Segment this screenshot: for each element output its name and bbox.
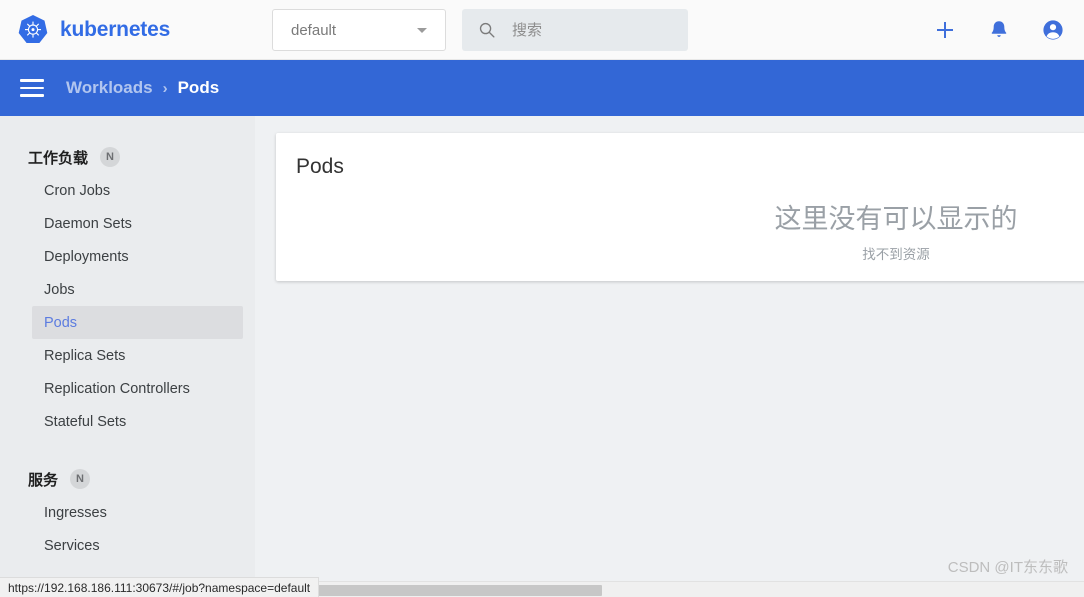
- sidebar-item-ingresses[interactable]: Ingresses: [32, 496, 243, 529]
- plus-icon[interactable]: [932, 17, 958, 43]
- sidebar-group-workloads: 工作负载 N: [0, 140, 255, 174]
- sidebar-group-label: 服务: [28, 471, 59, 489]
- chevron-down-icon: [417, 28, 427, 33]
- browser-viewport: kubernetes default 搜索 Workloads › Pods 工…: [0, 0, 1084, 597]
- sidebar-item-label: Jobs: [44, 281, 75, 298]
- sidebar-item-replication-controllers[interactable]: Replication Controllers: [32, 372, 243, 405]
- brand-logo-area[interactable]: kubernetes: [16, 13, 170, 47]
- sidebar-item-stateful-sets[interactable]: Stateful Sets: [32, 405, 243, 438]
- search-input[interactable]: [512, 21, 662, 39]
- empty-state-title: 这里没有可以显示的: [774, 204, 1018, 234]
- namespace-selected-value: default: [291, 21, 337, 39]
- kubernetes-logo-icon: [18, 14, 48, 43]
- empty-state: 这里没有可以显示的 找不到资源: [676, 203, 1084, 263]
- watermark: CSDN @IT东东歌: [947, 559, 1068, 576]
- sidebar-item-replica-sets[interactable]: Replica Sets: [32, 339, 243, 372]
- account-circle-icon[interactable]: [1040, 17, 1066, 43]
- breadcrumb-separator-icon: ›: [162, 79, 168, 97]
- sidebar-nav[interactable]: 工作负载 N Cron Jobs Daemon Sets Deployments…: [0, 116, 255, 597]
- breadcrumb-item-workloads[interactable]: Workloads: [66, 78, 153, 98]
- sidebar-item-label: Ingresses: [44, 504, 107, 521]
- sidebar-item-services[interactable]: Services: [32, 529, 243, 562]
- sidebar-item-label: Pods: [44, 314, 78, 331]
- sidebar-item-label: Replication Controllers: [44, 380, 190, 397]
- sidebar-item-label: Deployments: [44, 248, 129, 265]
- status-bar-url: https://192.168.186.111:30673/#/job?name…: [0, 577, 320, 597]
- sidebar-group-services: 服务 N: [0, 462, 255, 496]
- bell-icon[interactable]: [986, 17, 1012, 43]
- namespaced-badge: N: [70, 469, 91, 489]
- sidebar-item-jobs[interactable]: Jobs: [32, 273, 243, 306]
- namespaced-badge: N: [100, 147, 121, 167]
- main-content: Pods 这里没有可以显示的 找不到资源: [255, 116, 1084, 597]
- sidebar-group-label: 工作负载: [28, 149, 89, 167]
- app-header: kubernetes default: [0, 0, 1084, 60]
- sidebar-item-label: Services: [44, 537, 100, 554]
- pods-card: Pods 这里没有可以显示的 找不到资源: [276, 133, 1084, 281]
- empty-state-subtitle: 找不到资源: [862, 246, 930, 262]
- horizontal-scrollbar-thumb[interactable]: [310, 585, 602, 596]
- sidebar-item-label: Cron Jobs: [44, 182, 111, 199]
- search-box[interactable]: [462, 9, 688, 51]
- namespace-selector[interactable]: default: [272, 9, 446, 51]
- sidebar-item-label: Daemon Sets: [44, 215, 132, 232]
- sidebar-item-daemon-sets[interactable]: Daemon Sets: [32, 207, 243, 240]
- sidebar-item-label: Stateful Sets: [44, 413, 127, 430]
- sidebar-item-pods[interactable]: Pods: [32, 306, 243, 339]
- brand-name: kubernetes: [60, 17, 171, 41]
- sidebar-item-label: Replica Sets: [44, 347, 126, 364]
- breadcrumb-bar: Workloads › Pods: [0, 60, 1084, 116]
- sidebar-item-deployments[interactable]: Deployments: [32, 240, 243, 273]
- breadcrumb: Workloads › Pods: [66, 78, 219, 98]
- header-actions: [932, 0, 1066, 60]
- sidebar-item-cron-jobs[interactable]: Cron Jobs: [32, 174, 243, 207]
- page-title: Pods: [296, 155, 344, 178]
- search-icon: [479, 22, 495, 38]
- hamburger-menu-icon[interactable]: [20, 79, 44, 97]
- breadcrumb-item-pods: Pods: [177, 78, 220, 97]
